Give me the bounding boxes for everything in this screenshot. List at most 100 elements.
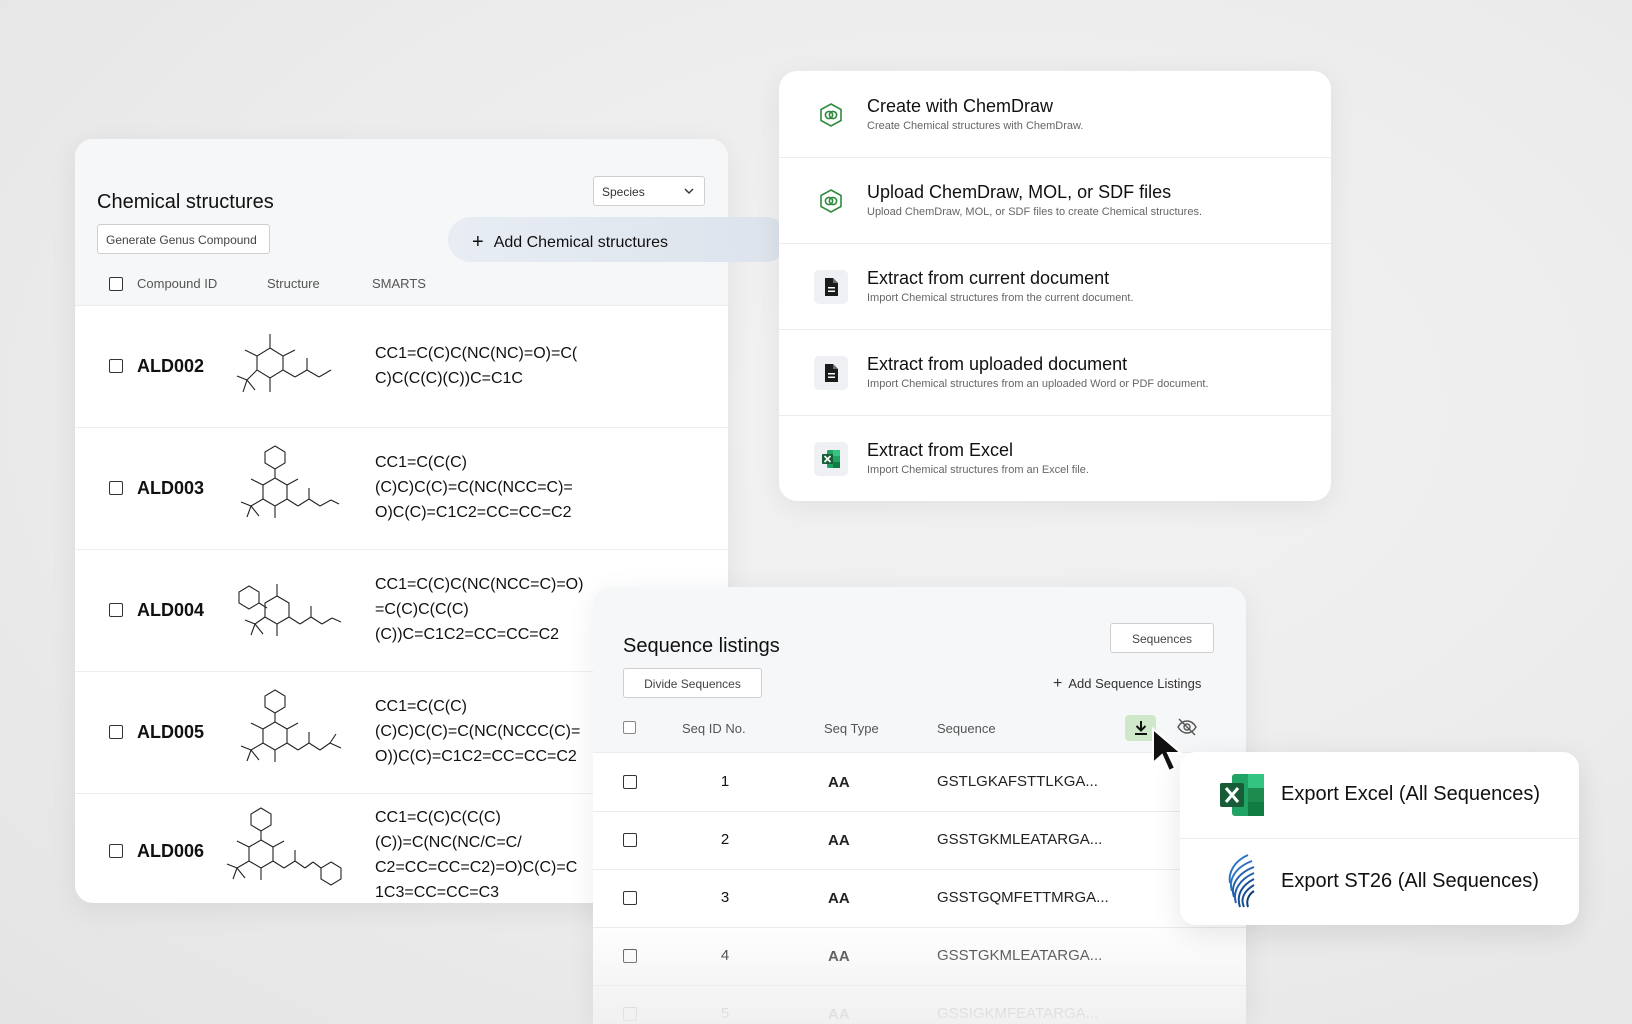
row-checkbox[interactable] bbox=[109, 844, 123, 858]
smarts-line: (C))=C(NC(NC/C=C/ bbox=[375, 834, 522, 851]
smarts-value: CC1=C(C(C) (C)C)C(C)=C(NC(NCC=C)= O)C(C)… bbox=[375, 450, 595, 525]
sequence-value: GSSTGQMFETTMRGA... bbox=[937, 889, 1109, 906]
menu-item-extract-current[interactable]: Extract from current document Import Che… bbox=[779, 243, 1331, 330]
chemdraw-icon bbox=[814, 184, 848, 218]
menu-item-title: Extract from Excel bbox=[867, 440, 1014, 460]
smarts-value: CC1=C(C)C(C(C) (C))=C(NC(NC/C=C/ C2=CC=C… bbox=[375, 805, 595, 903]
sequence-value: GSSTGKMLEATARGA... bbox=[937, 831, 1103, 848]
smarts-line: 1C3=CC=CC=C3 bbox=[375, 884, 500, 901]
smarts-line: O))C(C)=C1C2=CC=CC=C2 bbox=[375, 748, 577, 765]
seq-type: AA bbox=[828, 1006, 850, 1023]
add-chemical-label: Add Chemical structures bbox=[493, 234, 668, 251]
seq-id: 4 bbox=[720, 947, 730, 964]
table-row[interactable]: 1 AA GSTLGKAFSTTLKGA... bbox=[593, 753, 1246, 812]
divide-sequences-button[interactable]: Divide Sequences bbox=[623, 668, 762, 698]
smarts-line: CC1=C(C)C(NC(NCC=C)=O) bbox=[375, 576, 584, 593]
species-select[interactable]: Species bbox=[593, 176, 705, 206]
seq-id: 1 bbox=[720, 773, 730, 790]
select-all-checkbox[interactable] bbox=[109, 277, 123, 291]
smarts-line: (C)C)C(C)=C(NC(NCC=C)= bbox=[375, 479, 573, 496]
column-header-sequence[interactable]: Sequence bbox=[937, 721, 996, 736]
plus-icon: + bbox=[1053, 675, 1063, 692]
add-sequence-listings-button[interactable]: + Add Sequence Listings bbox=[1053, 675, 1201, 693]
seq-id: 2 bbox=[720, 831, 730, 848]
row-checkbox[interactable] bbox=[109, 481, 123, 495]
export-st26-item[interactable]: Export ST26 (All Sequences) bbox=[1180, 839, 1579, 925]
column-header-smarts[interactable]: SMARTS bbox=[372, 276, 426, 291]
row-checkbox[interactable] bbox=[623, 833, 637, 847]
table-row[interactable]: 3 AA GSSTGQMFETTMRGA... bbox=[593, 869, 1246, 928]
structure-diagram-icon bbox=[236, 334, 332, 393]
column-header-compound-id[interactable]: Compound ID bbox=[137, 276, 217, 291]
column-header-structure[interactable]: Structure bbox=[267, 276, 320, 291]
seq-id: 5 bbox=[720, 1005, 730, 1022]
smarts-line: (C)C)C(C)=C(NC(NCCC(C)= bbox=[375, 723, 581, 740]
smarts-line: CC1=C(C)C(C(C) bbox=[375, 809, 501, 826]
chevron-down-icon bbox=[684, 188, 694, 194]
seq-type: AA bbox=[828, 948, 850, 965]
smarts-value: CC1=C(C)C(NC(NCC=C)=O) =C(C)C(C(C) (C))C… bbox=[375, 572, 595, 647]
st26-icon bbox=[1228, 854, 1255, 908]
compound-id: ALD005 bbox=[137, 722, 205, 742]
row-checkbox[interactable] bbox=[109, 725, 123, 739]
smarts-line: (C))C=C1C2=CC=CC=C2 bbox=[375, 626, 560, 643]
sequence-value: GSSIGKMFEATARGA... bbox=[937, 1005, 1099, 1022]
panel-title: Chemical structures bbox=[97, 191, 274, 213]
table-row[interactable]: ALD003 CC1=C(C(C) (C)C)C(C)=C(NC(NCC=C)=… bbox=[75, 428, 728, 550]
menu-item-extract-excel[interactable]: Extract from Excel Import Chemical struc… bbox=[779, 415, 1331, 501]
seq-type: AA bbox=[828, 832, 850, 849]
column-header-seq-type[interactable]: Seq Type bbox=[824, 721, 879, 736]
sequences-button[interactable]: Sequences bbox=[1110, 623, 1214, 653]
menu-item-extract-uploaded[interactable]: Extract from uploaded document Import Ch… bbox=[779, 329, 1331, 416]
compound-id: ALD006 bbox=[137, 841, 205, 861]
menu-item-title: Create with ChemDraw bbox=[867, 96, 1054, 116]
export-menu: Export Excel (All Sequences) Export ST26… bbox=[1180, 752, 1579, 925]
smarts-value: CC1=C(C(C) (C)C)C(C)=C(NC(NCCC(C)= O))C(… bbox=[375, 694, 595, 769]
menu-item-title: Upload ChemDraw, MOL, or SDF files bbox=[867, 182, 1172, 202]
panel-title: Sequence listings bbox=[623, 635, 780, 657]
excel-icon bbox=[814, 442, 848, 476]
row-checkbox[interactable] bbox=[623, 1007, 637, 1021]
add-chemical-structures-button[interactable]: + Add Chemical structures bbox=[448, 217, 788, 262]
menu-item-description: Create Chemical structures with ChemDraw… bbox=[867, 120, 1084, 132]
table-row[interactable]: 2 AA GSSTGKMLEATARGA... bbox=[593, 811, 1246, 870]
row-checkbox[interactable] bbox=[109, 359, 123, 373]
menu-item-title: Extract from uploaded document bbox=[867, 354, 1128, 374]
download-icon bbox=[1135, 721, 1147, 735]
smarts-value: CC1=C(C)C(NC(NC)=O)=C( C)C(C(C)(C))C=C1C bbox=[375, 341, 595, 391]
plus-icon: + bbox=[472, 231, 484, 253]
export-st26-label: Export ST26 (All Sequences) bbox=[1281, 870, 1539, 892]
sequence-value: GSSTGKMLEATARGA... bbox=[937, 947, 1103, 964]
select-all-checkbox[interactable] bbox=[623, 721, 636, 734]
column-header-seq-id[interactable]: Seq ID No. bbox=[682, 721, 746, 736]
structure-diagram-icon bbox=[240, 445, 340, 518]
export-excel-label: Export Excel (All Sequences) bbox=[1281, 783, 1541, 805]
seq-type: AA bbox=[828, 774, 850, 791]
smarts-line: C)C(C(C)(C))C=C1C bbox=[375, 370, 523, 387]
menu-item-upload-files[interactable]: Upload ChemDraw, MOL, or SDF files Uploa… bbox=[779, 157, 1331, 244]
excel-icon bbox=[1220, 774, 1264, 816]
smarts-line: CC1=C(C(C) bbox=[375, 698, 467, 715]
chemdraw-icon bbox=[814, 98, 848, 132]
seq-type: AA bbox=[828, 890, 850, 907]
menu-item-description: Upload ChemDraw, MOL, or SDF files to cr… bbox=[867, 206, 1203, 218]
menu-item-create-chemdraw[interactable]: Create with ChemDraw Create Chemical str… bbox=[779, 71, 1331, 158]
compound-id: ALD002 bbox=[137, 356, 205, 376]
document-icon bbox=[814, 270, 848, 304]
menu-item-description: Import Chemical structures from the curr… bbox=[867, 292, 1134, 304]
generate-genus-compound-button[interactable]: Generate Genus Compound bbox=[97, 224, 270, 254]
table-row[interactable]: ALD002 CC1=C(C)C(NC(NC)=O)=C( C)C(C(C)(C… bbox=[75, 306, 728, 428]
smarts-line: O)C(C)=C1C2=CC=CC=C2 bbox=[375, 504, 572, 521]
row-checkbox[interactable] bbox=[109, 603, 123, 617]
row-checkbox[interactable] bbox=[623, 891, 637, 905]
sequence-listings-panel: Sequence listings Sequences Divide Seque… bbox=[593, 587, 1246, 1024]
table-row[interactable]: 4 AA GSSTGKMLEATARGA... bbox=[593, 927, 1246, 986]
smarts-line: C2=CC=CC=C2)=O)C(C)=C bbox=[375, 859, 578, 876]
table-row[interactable]: 5 AA GSSIGKMFEATARGA... bbox=[593, 985, 1246, 1024]
smarts-line: CC1=C(C)C(NC(NC)=O)=C( bbox=[375, 345, 578, 362]
add-chemical-menu: Create with ChemDraw Create Chemical str… bbox=[779, 71, 1331, 501]
document-icon bbox=[814, 356, 848, 390]
row-checkbox[interactable] bbox=[623, 775, 637, 789]
row-checkbox[interactable] bbox=[623, 949, 637, 963]
export-excel-item[interactable]: Export Excel (All Sequences) bbox=[1180, 752, 1579, 839]
